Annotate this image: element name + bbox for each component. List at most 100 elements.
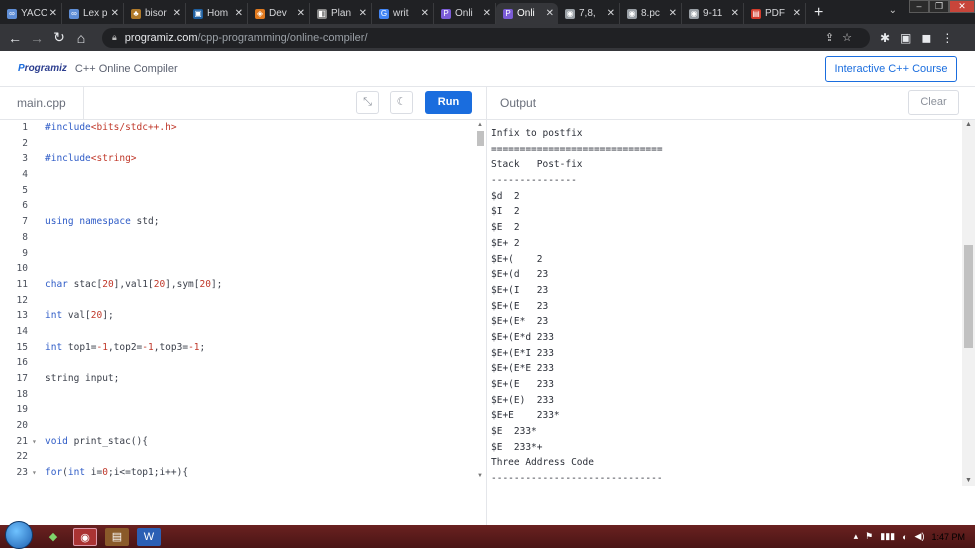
code-line[interactable]: 16	[0, 355, 486, 371]
back-arrow-icon[interactable]: ←	[4, 30, 26, 46]
programiz-logo[interactable]: Programiz	[18, 63, 67, 74]
home-icon[interactable]: ⌂	[70, 30, 92, 46]
tray-icon[interactable]: ▮▮▮	[880, 531, 895, 542]
word-icon[interactable]: W	[137, 527, 161, 546]
chrome-taskbar-icon[interactable]: ◉	[73, 527, 97, 546]
code-line[interactable]: 20	[0, 418, 486, 434]
line-number: 12	[16, 294, 28, 306]
browser-tab[interactable]: ◈ Dev ✕	[248, 3, 310, 24]
browser-tab[interactable]: Gwrit ✕	[372, 3, 434, 24]
code-line[interactable]: 11 char stac[20],val1[20],sym[20];	[0, 277, 486, 293]
code-line[interactable]: 21 ▾ void print_stac(){	[0, 434, 486, 450]
fold-arrow-icon[interactable]: ▾	[32, 465, 41, 481]
browser-tab[interactable]: ▤ PDF ✕	[744, 3, 806, 24]
code-line[interactable]: 6	[0, 198, 486, 214]
tab-close-icon[interactable]: ✕	[297, 8, 305, 19]
tab-close-icon[interactable]: ✕	[731, 8, 739, 19]
reload-icon[interactable]: ↻	[48, 29, 70, 46]
tray-icon[interactable]: ◀)	[915, 531, 925, 542]
output-line: $E 233*+	[491, 441, 543, 453]
code-line[interactable]: 5	[0, 183, 486, 199]
code-line[interactable]: 22	[0, 449, 486, 465]
code-line[interactable]: 1 #include<bits/stdc++.h>	[0, 120, 486, 136]
tab-title: 9-11	[703, 8, 723, 19]
android-studio-icon[interactable]: ◆	[41, 528, 65, 546]
tray-icon[interactable]: ▴	[854, 531, 859, 542]
extensions-icons[interactable]: ✱▣◼⋮	[880, 31, 963, 45]
tab-close-icon[interactable]: ✕	[359, 8, 367, 19]
browser-tab[interactable]: ♣ bisor ✕	[124, 3, 186, 24]
code-line[interactable]: 3 #include<string>	[0, 151, 486, 167]
browser-tab[interactable]: P Onli ✕	[434, 3, 496, 24]
fold-gutter	[32, 277, 41, 293]
tray-icon[interactable]: ◐	[902, 532, 907, 542]
file-tab-main-cpp[interactable]: main.cpp	[0, 87, 84, 119]
fold-arrow-icon[interactable]: ▾	[32, 434, 41, 450]
code-line[interactable]: 12	[0, 293, 486, 309]
address-bar-row: ← → ↻ ⌂ 🔒︎ programiz.com/cpp-programming…	[0, 24, 975, 51]
scroll-up-icon[interactable]: ▲	[477, 122, 483, 128]
scroll-thumb[interactable]	[964, 245, 973, 348]
scroll-thumb[interactable]	[477, 131, 484, 146]
interactive-course-button[interactable]: Interactive C++ Course	[825, 56, 957, 82]
tab-close-icon[interactable]: ✕	[546, 8, 554, 19]
share-bookmark-icons[interactable]: ⇪☆	[825, 31, 860, 44]
restore-icon[interactable]: ❐	[929, 0, 949, 13]
browser-tab[interactable]: ◉ 9-11 ✕	[682, 3, 744, 24]
tab-close-icon[interactable]: ✕	[669, 8, 677, 19]
code-line[interactable]: 18	[0, 387, 486, 403]
code-editor[interactable]: 1 #include<bits/stdc++.h> 2 3 #include<strin…	[0, 120, 486, 525]
code-line[interactable]: 2	[0, 136, 486, 152]
tray-icon[interactable]: ⚑	[865, 531, 873, 542]
browser-tab[interactable]: ◉ 8.pc ✕	[620, 3, 682, 24]
output-scrollbar[interactable]: ▲ ▼	[962, 120, 975, 486]
run-button[interactable]: Run	[425, 91, 472, 114]
new-tab-button[interactable]: +	[806, 4, 831, 24]
file-explorer-icon[interactable]: ▤	[105, 527, 129, 546]
fold-gutter	[32, 387, 41, 403]
browser-tab[interactable]: P Onli ✕	[496, 3, 558, 24]
browser-tab[interactable]: ∞ YACC ✕	[0, 3, 62, 24]
tab-title: PDF	[765, 8, 785, 19]
tab-close-icon[interactable]: ✕	[173, 8, 181, 19]
dark-mode-moon-icon[interactable]: ☾	[390, 91, 413, 114]
code-line[interactable]: 19	[0, 402, 486, 418]
tab-close-icon[interactable]: ✕	[793, 8, 801, 19]
minimize-icon[interactable]: –	[909, 0, 929, 13]
browser-tab[interactable]: ◉ 7,8, ✕	[558, 3, 620, 24]
code-line[interactable]: 10	[0, 261, 486, 277]
tab-close-icon[interactable]: ✕	[607, 8, 615, 19]
window-close-icon[interactable]: ✕	[949, 0, 975, 13]
output-line: $E+(E*d 233	[491, 331, 554, 343]
editor-scrollbar[interactable]: ▲ ▼	[476, 120, 485, 525]
tab-close-icon[interactable]: ✕	[235, 8, 243, 19]
fold-gutter	[32, 308, 41, 324]
code-line[interactable]: 8	[0, 230, 486, 246]
code-line[interactable]: 23 ▾ for(int i=0;i<=top1;i++){	[0, 465, 486, 481]
browser-tab[interactable]: ▣ Hom ✕	[186, 3, 248, 24]
browser-tab[interactable]: ∞ Lex p ✕	[62, 3, 124, 24]
code-line[interactable]: 13 int val[20];	[0, 308, 486, 324]
code-line[interactable]: 4	[0, 167, 486, 183]
clear-button[interactable]: Clear	[908, 90, 959, 115]
tab-close-icon[interactable]: ✕	[483, 8, 491, 19]
clock[interactable]: 1:47 PM	[931, 532, 965, 542]
tab-close-icon[interactable]: ✕	[421, 8, 429, 19]
scroll-up-icon[interactable]: ▲	[965, 121, 972, 128]
code-line[interactable]: 9	[0, 246, 486, 262]
code-line[interactable]: 14	[0, 324, 486, 340]
tab-close-icon[interactable]: ✕	[49, 8, 57, 19]
tab-close-icon[interactable]: ✕	[111, 8, 119, 19]
code-line[interactable]: 7 using namespace std;	[0, 214, 486, 230]
start-button[interactable]	[5, 520, 33, 549]
code-line[interactable]: 17 string input;	[0, 371, 486, 387]
forward-arrow-icon[interactable]: →	[26, 30, 48, 46]
code-line[interactable]: 15 int top1=-1,top2=-1,top3=-1;	[0, 340, 486, 356]
scroll-down-icon[interactable]: ▼	[477, 473, 483, 479]
browser-tab[interactable]: ◧ Plan ✕	[310, 3, 372, 24]
url-field[interactable]: 🔒︎ programiz.com/cpp-programming/online-…	[102, 27, 870, 48]
pane-divider[interactable]	[486, 87, 487, 525]
scroll-down-icon[interactable]: ▼	[965, 477, 972, 484]
tab-search-chevron-icon[interactable]: ⌄	[889, 5, 897, 16]
fullscreen-icon[interactable]: ⤡	[356, 91, 379, 114]
